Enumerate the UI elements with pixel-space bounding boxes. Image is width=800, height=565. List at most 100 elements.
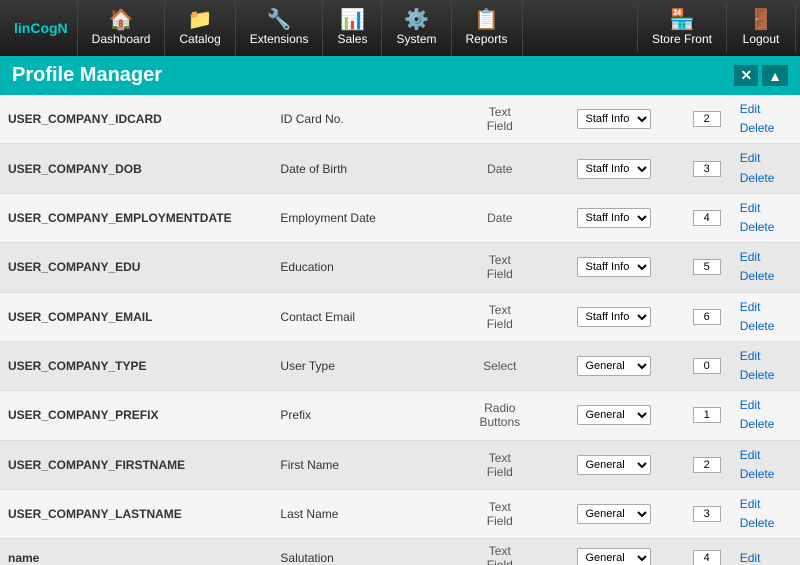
field-actions: EditDelete bbox=[732, 440, 800, 489]
field-order[interactable] bbox=[682, 292, 732, 341]
order-input[interactable] bbox=[693, 161, 721, 177]
nav-sales-label: Sales bbox=[337, 32, 367, 46]
edit-link[interactable]: Edit bbox=[740, 298, 792, 317]
reports-icon: 📋 bbox=[474, 10, 499, 30]
order-input[interactable] bbox=[693, 309, 721, 325]
field-order[interactable] bbox=[682, 490, 732, 539]
group-select[interactable]: GeneralStaff Info bbox=[577, 548, 651, 565]
field-group[interactable]: Staff InfoGeneral bbox=[545, 95, 681, 144]
field-label: Date of Birth bbox=[272, 144, 454, 193]
edit-link[interactable]: Edit bbox=[740, 549, 792, 565]
edit-link[interactable]: Edit bbox=[740, 199, 792, 218]
order-input[interactable] bbox=[693, 210, 721, 226]
field-group[interactable]: GeneralStaff Info bbox=[545, 539, 681, 565]
field-group[interactable]: Staff InfoGeneral bbox=[545, 144, 681, 193]
group-select[interactable]: Staff InfoGeneral bbox=[577, 208, 651, 228]
nav-catalog[interactable]: 📁 Catalog bbox=[164, 0, 235, 56]
field-key: name bbox=[0, 539, 272, 565]
field-group[interactable]: GeneralStaff Info bbox=[545, 440, 681, 489]
field-actions: EditDelete bbox=[732, 341, 800, 390]
dashboard-icon: 🏠 bbox=[109, 10, 134, 30]
delete-link[interactable]: Delete bbox=[740, 317, 792, 336]
field-label: First Name bbox=[272, 440, 454, 489]
field-key: USER_COMPANY_EMPLOYMENTDATE bbox=[0, 193, 272, 242]
field-actions: EditDelete bbox=[732, 292, 800, 341]
group-select[interactable]: Staff InfoGeneral bbox=[577, 159, 651, 179]
expand-button[interactable]: ▲ bbox=[762, 65, 788, 86]
close-button[interactable]: ✕ bbox=[734, 65, 758, 86]
group-select[interactable]: GeneralStaff Info bbox=[577, 455, 651, 475]
order-input[interactable] bbox=[693, 506, 721, 522]
nav-dashboard[interactable]: 🏠 Dashboard bbox=[77, 0, 166, 56]
field-actions: Edit bbox=[732, 539, 800, 565]
top-navigation: linCogN 🏠 Dashboard 📁 Catalog 🔧 Extensio… bbox=[0, 0, 800, 56]
nav-storefront[interactable]: 🏪 Store Front bbox=[637, 4, 727, 52]
edit-link[interactable]: Edit bbox=[740, 248, 792, 267]
group-select[interactable]: Staff InfoGeneral bbox=[577, 257, 651, 277]
order-input[interactable] bbox=[693, 407, 721, 423]
field-actions: EditDelete bbox=[732, 95, 800, 144]
field-order[interactable] bbox=[682, 440, 732, 489]
group-select[interactable]: GeneralStaff Info bbox=[577, 405, 651, 425]
nav-extensions[interactable]: 🔧 Extensions bbox=[235, 0, 324, 56]
logout-icon: 🚪 bbox=[749, 10, 774, 30]
field-group[interactable]: Staff InfoGeneral bbox=[545, 193, 681, 242]
table-row: USER_COMPANY_EMAIL Contact Email TextFie… bbox=[0, 292, 800, 341]
delete-link[interactable]: Delete bbox=[740, 366, 792, 385]
edit-link[interactable]: Edit bbox=[740, 149, 792, 168]
delete-link[interactable]: Delete bbox=[740, 267, 792, 286]
extensions-icon: 🔧 bbox=[267, 10, 292, 30]
delete-link[interactable]: Delete bbox=[740, 415, 792, 434]
field-order[interactable] bbox=[682, 193, 732, 242]
field-key: USER_COMPANY_LASTNAME bbox=[0, 490, 272, 539]
nav-storefront-label: Store Front bbox=[652, 32, 712, 46]
field-key: USER_COMPANY_EDU bbox=[0, 243, 272, 292]
nav-right-container: 🏪 Store Front 🚪 Logout bbox=[638, 4, 796, 52]
delete-link[interactable]: Delete bbox=[740, 465, 792, 484]
order-input[interactable] bbox=[693, 358, 721, 374]
edit-link[interactable]: Edit bbox=[740, 495, 792, 514]
table-row: USER_COMPANY_LASTNAME Last Name TextFiel… bbox=[0, 490, 800, 539]
order-input[interactable] bbox=[693, 259, 721, 275]
field-label: Contact Email bbox=[272, 292, 454, 341]
group-select[interactable]: Staff InfoGeneral bbox=[577, 109, 651, 129]
edit-link[interactable]: Edit bbox=[740, 100, 792, 119]
group-select[interactable]: GeneralStaff Info bbox=[577, 504, 651, 524]
field-group[interactable]: Staff InfoGeneral bbox=[545, 292, 681, 341]
field-type: RadioButtons bbox=[454, 391, 545, 440]
group-select[interactable]: Staff InfoGeneral bbox=[577, 307, 651, 327]
field-actions: EditDelete bbox=[732, 243, 800, 292]
edit-link[interactable]: Edit bbox=[740, 446, 792, 465]
field-order[interactable] bbox=[682, 539, 732, 565]
delete-link[interactable]: Delete bbox=[740, 169, 792, 188]
nav-logout[interactable]: 🚪 Logout bbox=[726, 4, 796, 52]
nav-reports[interactable]: 📋 Reports bbox=[451, 0, 523, 56]
order-input[interactable] bbox=[693, 550, 721, 565]
delete-link[interactable]: Delete bbox=[740, 119, 792, 138]
field-group[interactable]: GeneralStaff Info bbox=[545, 391, 681, 440]
nav-system[interactable]: ⚙️ System bbox=[381, 0, 451, 56]
table-row: USER_COMPANY_EDU Education TextField Sta… bbox=[0, 243, 800, 292]
nav-sales[interactable]: 📊 Sales bbox=[322, 0, 382, 56]
delete-link[interactable]: Delete bbox=[740, 514, 792, 533]
field-order[interactable] bbox=[682, 144, 732, 193]
field-group[interactable]: GeneralStaff Info bbox=[545, 341, 681, 390]
field-order[interactable] bbox=[682, 341, 732, 390]
field-group[interactable]: Staff InfoGeneral bbox=[545, 243, 681, 292]
field-order[interactable] bbox=[682, 95, 732, 144]
order-input[interactable] bbox=[693, 111, 721, 127]
field-order[interactable] bbox=[682, 391, 732, 440]
edit-link[interactable]: Edit bbox=[740, 396, 792, 415]
field-label: Employment Date bbox=[272, 193, 454, 242]
profile-table-container: USER_COMPANY_IDCARD ID Card No. TextFiel… bbox=[0, 95, 800, 565]
order-input[interactable] bbox=[693, 457, 721, 473]
field-actions: EditDelete bbox=[732, 391, 800, 440]
field-type: TextField bbox=[454, 243, 545, 292]
delete-link[interactable]: Delete bbox=[740, 218, 792, 237]
field-order[interactable] bbox=[682, 243, 732, 292]
field-group[interactable]: GeneralStaff Info bbox=[545, 490, 681, 539]
app-logo: linCogN bbox=[4, 20, 78, 36]
group-select[interactable]: GeneralStaff Info bbox=[577, 356, 651, 376]
field-actions: EditDelete bbox=[732, 490, 800, 539]
edit-link[interactable]: Edit bbox=[740, 347, 792, 366]
